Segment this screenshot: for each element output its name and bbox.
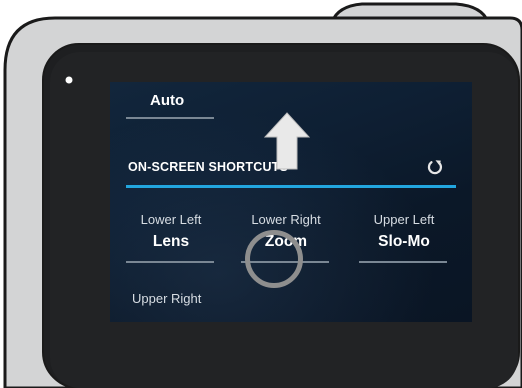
up-arrow-icon bbox=[264, 112, 310, 170]
shortcut-slot-lower-left[interactable]: Lower Left Lens bbox=[126, 212, 216, 263]
section-divider bbox=[126, 185, 456, 188]
shortcut-slot-upper-right[interactable]: Upper Right bbox=[132, 291, 222, 306]
slot-underline bbox=[359, 261, 447, 263]
previous-setting-value: Auto bbox=[150, 92, 185, 109]
touch-screen[interactable]: Auto ON-SCREEN SHORTCUTS Lower Left Lens… bbox=[110, 82, 472, 322]
camera-illustration: Auto ON-SCREEN SHORTCUTS Lower Left Lens… bbox=[0, 0, 522, 388]
slot-value: Lens bbox=[152, 233, 190, 250]
status-light bbox=[65, 76, 73, 84]
previous-setting-underline bbox=[126, 117, 214, 119]
slot-position-label: Lower Left bbox=[140, 212, 202, 227]
reset-icon[interactable] bbox=[425, 157, 445, 177]
slot-position-label: Upper Left bbox=[373, 212, 435, 227]
touch-indicator-ring bbox=[245, 230, 303, 288]
slot-underline bbox=[126, 261, 214, 263]
shortcut-slot-upper-left[interactable]: Upper Left Slo-Mo bbox=[359, 212, 449, 263]
slot-value: Slo-Mo bbox=[378, 233, 430, 250]
slot-position-label: Lower Right bbox=[251, 212, 321, 227]
slot-position-label: Upper Right bbox=[132, 291, 202, 306]
